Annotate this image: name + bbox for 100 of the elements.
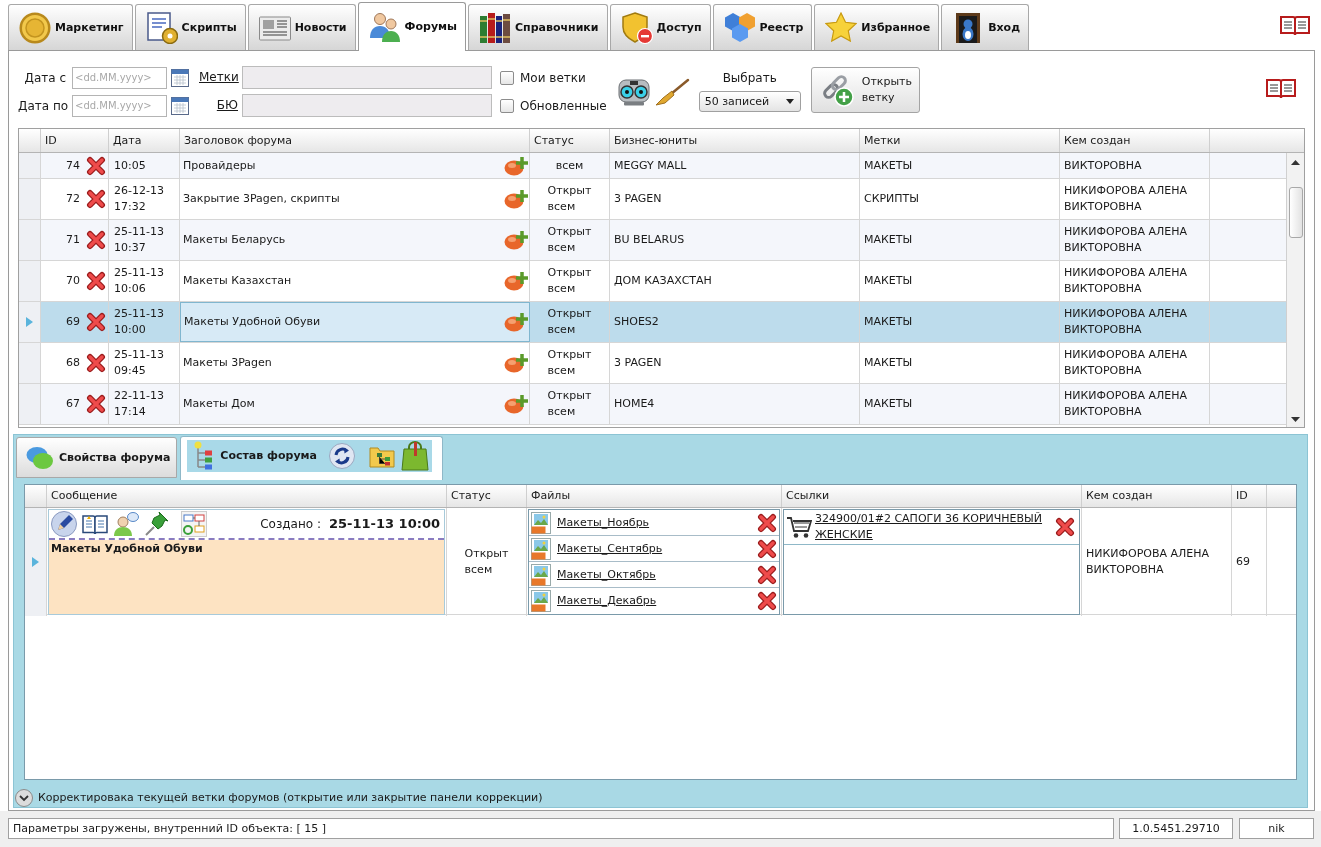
table-row[interactable]: 70 25-11-13 10:06 Макеты Казахстан Открыт всем ДОМ КАЗАХСТАН МАКЕТЫ НИКИФОРОВА АЛЕНА ВИКТОРОВНА xyxy=(19,261,1286,302)
column-header[interactable]: Заголовок форума xyxy=(180,129,530,152)
nav-tab[interactable]: Маркетинг xyxy=(8,4,133,50)
user-comment-icon[interactable] xyxy=(113,511,139,537)
column-header[interactable]: Дата xyxy=(109,129,180,152)
delete-icon[interactable] xyxy=(86,353,106,373)
add-icon[interactable] xyxy=(504,155,528,176)
column-header[interactable]: Метки xyxy=(860,129,1060,152)
checkbox-label: Обновленные xyxy=(520,97,607,114)
table-cell: НИКИФОРОВА АЛЕНА ВИКТОРОВНА xyxy=(1060,302,1210,342)
column-header[interactable]: Кем создан xyxy=(1082,485,1232,507)
table-row[interactable]: 67 22-11-13 17:14 Макеты Дом Открыт всем HOME4 МАКЕТЫ НИКИФОРОВА АЛЕНА ВИКТОРОВНА xyxy=(19,384,1286,425)
column-header[interactable]: Сообщение xyxy=(47,485,447,507)
refresh-icon[interactable] xyxy=(329,443,355,469)
row-pointer-icon xyxy=(32,557,39,567)
book-icon[interactable] xyxy=(1266,77,1296,99)
open-thread-button[interactable]: Открыть ветку xyxy=(810,67,920,113)
table-row[interactable]: 72 26-12-13 17:32 Закрытие 3Pagen, скрипты Открыт всем 3 PAGEN СКРИПТЫ НИКИФОРОВА АЛЕНА ВИКТОРОВНА xyxy=(19,179,1286,220)
tab[interactable]: Свойства форума xyxy=(16,437,178,478)
delete-icon[interactable] xyxy=(757,512,777,533)
date-input[interactable]: <dd.MM.yyyy> xyxy=(72,94,167,117)
table-cell-text: Открыт всем xyxy=(547,183,592,215)
scroll-up-icon[interactable] xyxy=(1291,160,1300,165)
column-header[interactable]: Статус xyxy=(530,129,610,152)
image-file-icon xyxy=(531,537,551,560)
table-cell: МАКЕТЫ xyxy=(860,220,1060,260)
table-cell: Закрытие 3Pagen, скрипты xyxy=(183,191,340,207)
nav-tab[interactable]: Новости xyxy=(247,4,356,50)
column-header[interactable]: ID xyxy=(41,129,109,152)
column-header[interactable]: Файлы xyxy=(527,485,782,507)
file-link[interactable]: Макеты_Декабрь xyxy=(557,593,657,609)
delete-icon[interactable] xyxy=(86,189,106,209)
scroll-down-icon[interactable] xyxy=(1291,417,1300,422)
records-dropdown[interactable]: 50 записей xyxy=(698,91,801,112)
delete-icon[interactable] xyxy=(757,538,777,559)
row-header xyxy=(19,343,41,383)
field-link[interactable]: БЮ xyxy=(216,98,238,112)
delete-icon[interactable] xyxy=(757,564,777,585)
date-input[interactable]: <dd.MM.yyyy> xyxy=(72,66,167,89)
bag-icon[interactable] xyxy=(401,441,429,471)
table-cell: 71 xyxy=(66,232,80,248)
nav-tab[interactable]: Форумы xyxy=(357,2,466,51)
delete-icon[interactable] xyxy=(757,591,777,611)
column-header[interactable]: ID xyxy=(1232,485,1267,507)
add-icon[interactable] xyxy=(504,394,528,414)
pencil-icon[interactable] xyxy=(51,511,77,537)
column-header[interactable]: Ссылки xyxy=(782,485,1082,507)
nav-tab[interactable]: Реестр xyxy=(712,4,813,50)
diagram-icon[interactable] xyxy=(181,511,207,537)
file-link[interactable]: Макеты_Октябрь xyxy=(557,566,656,583)
table-row[interactable]: 71 25-11-13 10:37 Макеты Беларусь Открыт всем BU BELARUS МАКЕТЫ НИКИФОРОВА АЛЕНА ВИКТОРОВНА xyxy=(19,220,1286,261)
table-cell: СКРИПТЫ xyxy=(860,179,1060,219)
add-icon[interactable] xyxy=(504,230,528,250)
expand-icon[interactable] xyxy=(15,788,33,807)
pin-icon[interactable] xyxy=(144,511,170,537)
file-link[interactable]: Макеты_Ноябрь xyxy=(557,514,650,531)
link[interactable]: 324900/01#2 САПОГИ 36 КОРИЧНЕВЫЙ ЖЕНСКИЕ xyxy=(815,511,1050,543)
nav-tab[interactable]: Скрипты xyxy=(134,4,246,50)
delete-icon[interactable] xyxy=(86,312,106,332)
column-header[interactable]: Кем создан xyxy=(1060,129,1210,152)
add-icon[interactable] xyxy=(504,271,528,291)
add-icon[interactable] xyxy=(504,312,528,332)
delete-icon[interactable] xyxy=(86,155,106,176)
nav-tab[interactable]: Доступ xyxy=(609,4,711,50)
broom-icon[interactable] xyxy=(653,78,690,106)
calendar-icon[interactable] xyxy=(171,96,189,115)
checkbox[interactable] xyxy=(500,98,514,113)
column-header[interactable]: Статус xyxy=(447,485,527,507)
book-icon[interactable] xyxy=(1280,14,1310,36)
calendar-icon[interactable] xyxy=(171,68,189,87)
tags-input[interactable] xyxy=(242,66,492,89)
add-icon[interactable] xyxy=(504,189,528,209)
scrollbar-thumb[interactable] xyxy=(1288,187,1303,238)
table-row[interactable]: 68 25-11-13 09:45 Макеты 3Pagen Открыт всем 3 PAGEN МАКЕТЫ НИКИФОРОВА АЛЕНА ВИКТОРОВНА xyxy=(19,343,1286,384)
table-cell-text: Открыт всем xyxy=(547,224,592,256)
column-header[interactable]: Бизнес-юниты xyxy=(610,129,860,152)
delete-icon[interactable] xyxy=(1055,517,1075,537)
tab[interactable]: Состав форума xyxy=(180,436,443,480)
delete-icon[interactable] xyxy=(86,271,106,291)
nav-tab[interactable]: Избранное xyxy=(814,4,940,50)
field-link[interactable]: Метки xyxy=(199,70,239,84)
table-row[interactable]: 69 25-11-13 10:00 Макеты Удобной Обуви Открыт всем SHOES2 МАКЕТЫ НИКИФОРОВА АЛЕНА ВИКТОРОВНА xyxy=(19,302,1286,343)
checkbox[interactable] xyxy=(500,70,514,85)
robot-icon[interactable] xyxy=(615,78,652,106)
correction-toggle-label[interactable]: Корректировака текущей ветки форумов (открытие или закрытие панели коррекции) xyxy=(38,789,543,806)
select-label: Выбрать xyxy=(722,70,777,86)
created-date: 25-11-13 10:00 xyxy=(329,516,440,532)
add-icon[interactable] xyxy=(504,353,528,373)
open-book-icon[interactable] xyxy=(82,513,108,535)
row-header xyxy=(19,261,41,301)
file-link[interactable]: Макеты_Сентябрь xyxy=(557,540,663,557)
delete-icon[interactable] xyxy=(86,230,106,250)
cart-icon xyxy=(786,515,812,539)
nav-tab[interactable]: Справочники xyxy=(468,4,608,50)
table-row[interactable]: 74 10:05 Провайдеры всем MEGGY MALL МАКЕТЫ ВИКТОРОВНА xyxy=(19,153,1286,179)
nav-tab[interactable]: Вход xyxy=(941,4,1030,50)
delete-icon[interactable] xyxy=(86,394,106,414)
business-units-input[interactable] xyxy=(242,94,492,117)
scrollbar[interactable] xyxy=(1286,153,1304,427)
shield-icon xyxy=(620,11,653,44)
